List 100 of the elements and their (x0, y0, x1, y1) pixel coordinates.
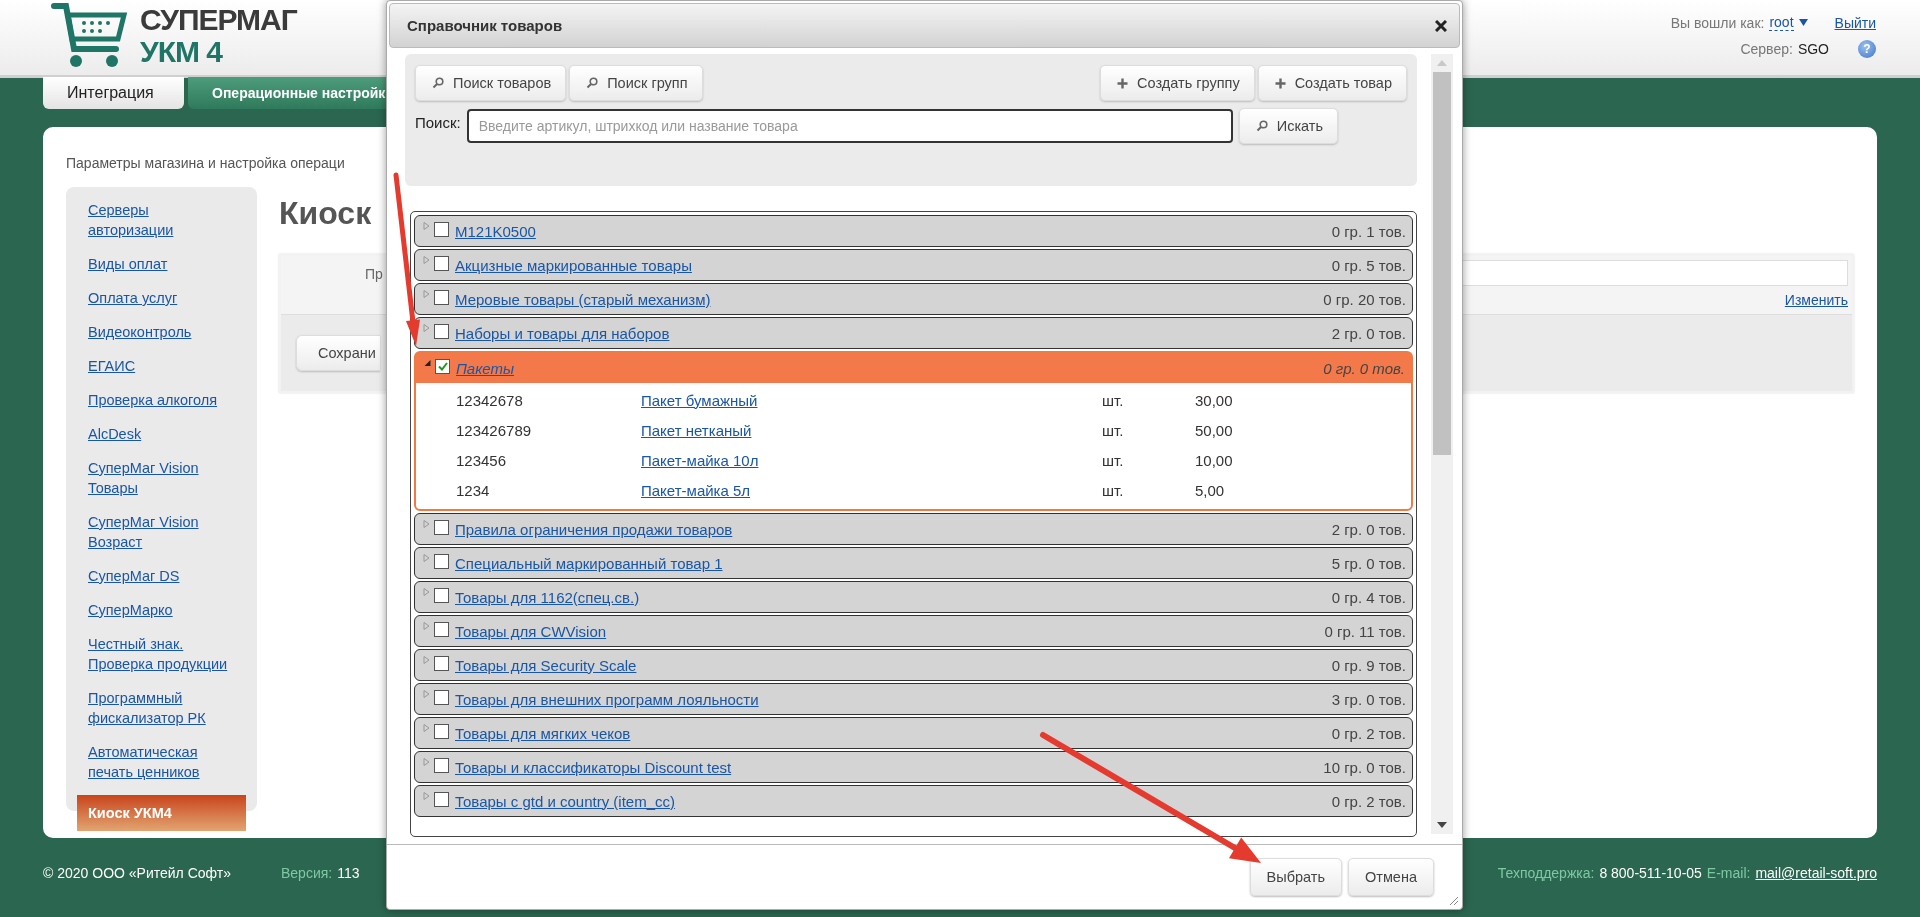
toolbar-button[interactable]: Создать товар (1257, 65, 1407, 101)
search-icon (586, 77, 599, 89)
sidebar-item[interactable]: Видеоконтроль (77, 315, 246, 349)
group-link[interactable]: Акцизные маркированные товары (455, 256, 692, 274)
checkbox[interactable] (434, 587, 449, 603)
group-row[interactable]: Акцизные маркированные товары 0 гр. 5 тов. (414, 249, 1413, 281)
checkbox[interactable] (434, 289, 449, 305)
group-link[interactable]: Товары для CWVision (455, 622, 607, 640)
save-button[interactable]: Сохрани (296, 335, 380, 371)
checkbox[interactable] (434, 553, 449, 569)
group-link[interactable]: Товары для 1162(спец.св.) (455, 588, 640, 606)
item-price: 5,00 (1195, 481, 1225, 499)
group-row[interactable]: Товары и классификаторы Discount test 10 гр. 0 тов. (414, 751, 1413, 783)
item-price: 10,00 (1195, 451, 1233, 469)
sidebar-item[interactable]: Серверы авторизации (77, 193, 246, 247)
checkbox[interactable] (434, 723, 449, 739)
email-link[interactable]: mail@retail-soft.pro (1755, 865, 1877, 881)
close-icon[interactable] (1435, 19, 1447, 32)
group-row[interactable]: Пакеты 0 гр. 0 тов. 12342678 Пакет бумажный шт. 30,00 123426789 Пакет нетканый шт. 50,00 123456 Пакет-майка 10л шт. 10,00 1234 Пакет-майка 5л шт. 5,00 (414, 351, 1413, 511)
sidebar-item[interactable]: Честный знак. Проверка продукции (77, 627, 246, 681)
group-row[interactable]: Товары для мягких чеков 0 гр. 2 тов. (414, 717, 1413, 749)
item-unit: шт. (1102, 451, 1125, 469)
group-link[interactable]: Товары для мягких чеков (455, 724, 631, 742)
group-row[interactable]: Товары для 1162(спец.св.) 0 гр. 4 тов. (414, 581, 1413, 613)
group-link[interactable]: M121K0500 (455, 222, 536, 240)
item-link[interactable]: Пакет-майка 5л (641, 481, 751, 499)
checkbox[interactable] (434, 689, 449, 705)
scroll-down-icon[interactable] (1437, 822, 1447, 828)
group-count: 0 гр. 0 тов. (1323, 359, 1405, 377)
group-row[interactable]: Меровые товары (старый механизм) 0 гр. 20 тов. (414, 283, 1413, 315)
login-label: Вы вошли как: (1670, 14, 1765, 31)
cart-logo-icon (50, 1, 128, 69)
group-row[interactable]: Специальный маркированный товар 1 5 гр. 0 тов. (414, 547, 1413, 579)
expander-icon[interactable] (424, 359, 431, 367)
group-row[interactable]: M121K0500 0 гр. 1 тов. (414, 215, 1413, 247)
server-label: Сервер: (1740, 41, 1793, 57)
checkbox[interactable] (434, 791, 449, 807)
checkbox[interactable] (434, 221, 449, 237)
checkbox[interactable] (434, 621, 449, 637)
group-link[interactable]: Правила ограничения продажи товаров (455, 520, 733, 538)
checkbox[interactable] (434, 255, 449, 271)
search-icon (1255, 120, 1268, 132)
group-count: 0 гр. 4 тов. (1331, 588, 1406, 606)
group-link[interactable]: Товары для Security Scale (455, 656, 637, 674)
field-label: Пр (365, 266, 383, 282)
checkbox[interactable] (434, 323, 449, 339)
group-row[interactable]: Наборы и товары для наборов 2 гр. 0 тов. (414, 317, 1413, 349)
sidebar-item[interactable]: Программный фискализатор РК (77, 681, 246, 735)
toolbar-button[interactable]: Поиск групп (569, 65, 703, 101)
item-link[interactable]: Пакет-майка 10л (641, 451, 759, 469)
item-unit: шт. (1102, 481, 1125, 499)
tab[interactable]: Интеграция (43, 77, 184, 109)
group-count: 0 гр. 20 тов. (1323, 290, 1406, 308)
sidebar-item[interactable]: ЕГАИС (77, 349, 246, 383)
dialog-title: Справочник товаров (407, 17, 563, 34)
toolbar-button[interactable]: Поиск товаров (415, 65, 567, 101)
checkbox[interactable] (435, 358, 450, 374)
checkbox[interactable] (434, 757, 449, 773)
item-link[interactable]: Пакет бумажный (641, 391, 758, 409)
group-count: 0 гр. 2 тов. (1331, 792, 1406, 810)
sidebar-item[interactable]: СуперМаг Vision Возраст (77, 505, 246, 559)
checkbox[interactable] (434, 655, 449, 671)
checkbox[interactable] (434, 519, 449, 535)
logout-link[interactable]: Выйти (1834, 14, 1876, 31)
group-row[interactable]: Товары для CWVision 0 гр. 11 тов. (414, 615, 1413, 647)
group-link[interactable]: Товары и классификаторы Discount test (455, 758, 732, 776)
group-link[interactable]: Товары для внешних программ лояльности (455, 690, 759, 708)
toolbar-button[interactable]: Создать группу (1100, 65, 1255, 101)
search-field[interactable]: Введите артикул, штрихкод или название товара (466, 109, 1233, 143)
group-link[interactable]: Наборы и товары для наборов (455, 324, 670, 342)
group-row[interactable]: Товары для внешних программ лояльности 3 гр. 0 тов. (414, 683, 1413, 715)
item-code: 123456 (455, 451, 508, 469)
sidebar-item[interactable]: Оплата услуг (77, 281, 246, 315)
group-count: 0 гр. 11 тов. (1324, 622, 1406, 640)
group-link[interactable]: Специальный маркированный товар 1 (455, 554, 723, 572)
user-menu[interactable]: root (1769, 14, 1794, 31)
dialog-button[interactable]: Отмена (1347, 858, 1434, 896)
server-name: SGO (1797, 41, 1829, 57)
sidebar-item[interactable]: СуперМаг DS (77, 559, 246, 593)
sidebar-item[interactable]: Виды оплат (77, 247, 246, 281)
group-link[interactable]: Товары с gtd и country (item_cc) (455, 792, 676, 810)
dialog-button[interactable]: Выбрать (1249, 858, 1342, 896)
sidebar-item[interactable]: Автоматическая печать ценников (77, 735, 246, 789)
sidebar-item[interactable]: Проверка алкоголя (77, 383, 246, 417)
group-row[interactable]: Товары с gtd и country (item_cc) 0 гр. 2 тов. (414, 785, 1413, 817)
group-count: 0 гр. 9 тов. (1331, 656, 1406, 674)
version-label: Версия: (280, 865, 333, 881)
item-code: 1234 (455, 481, 491, 499)
search-label: Поиск: (415, 114, 461, 131)
sidebar-item[interactable]: AlcDesk (77, 417, 246, 451)
group-row[interactable]: Товары для Security Scale 0 гр. 9 тов. (414, 649, 1413, 681)
scrollbar[interactable] (1431, 54, 1453, 834)
change-link[interactable]: Изменить (1784, 292, 1848, 308)
group-row[interactable]: Правила ограничения продажи товаров 2 гр. 0 тов. (414, 513, 1413, 545)
item-link[interactable]: Пакет нетканый (641, 421, 752, 439)
group-link[interactable]: Меровые товары (старый механизм) (455, 290, 711, 308)
sidebar-item[interactable]: СуперМарко (77, 593, 246, 627)
sidebar-item[interactable]: СуперМаг Vision Товары (77, 451, 246, 505)
resize-grip-icon[interactable] (1448, 895, 1459, 906)
search-button[interactable]: Искать (1238, 108, 1338, 144)
